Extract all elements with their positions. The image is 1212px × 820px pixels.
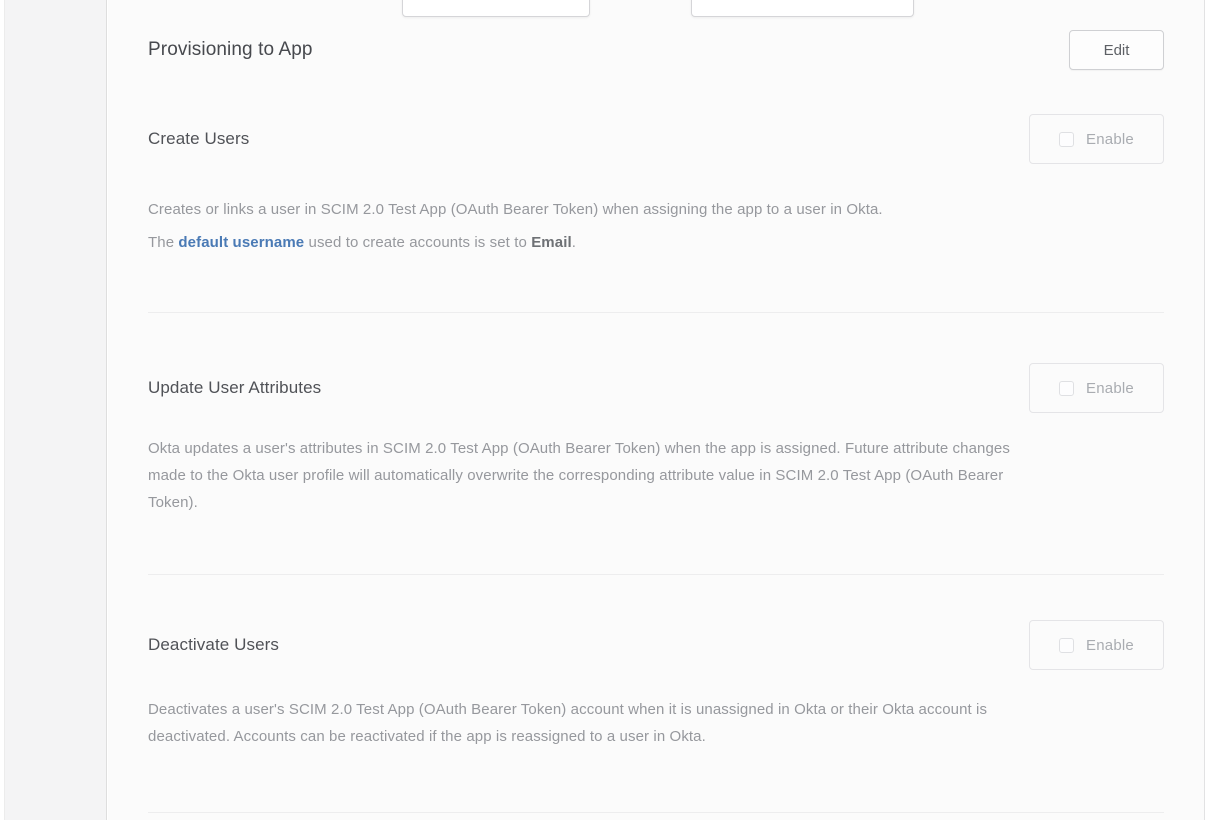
deactivate-users-enable-checkbox[interactable] — [1059, 638, 1074, 653]
create-users-description: Creates or links a user in SCIM 2.0 Test… — [148, 196, 1164, 223]
create-users-username-note: The default username used to create acco… — [148, 229, 1164, 256]
create-users-enable-label: Enable — [1086, 131, 1134, 148]
section-divider — [148, 574, 1164, 575]
deactivate-users-enable-label: Enable — [1086, 637, 1134, 654]
create-users-enable-button[interactable]: Enable — [1029, 114, 1164, 164]
update-user-attributes-title: Update User Attributes — [148, 378, 321, 398]
update-user-attributes-enable-button[interactable]: Enable — [1029, 363, 1164, 413]
update-user-attributes-description: Okta updates a user's attributes in SCIM… — [148, 435, 1164, 516]
note-middle: used to create accounts is set to — [304, 234, 531, 251]
default-username-link[interactable]: default username — [178, 234, 304, 251]
page-title: Provisioning to App — [148, 39, 313, 61]
create-users-enable-checkbox[interactable] — [1059, 132, 1074, 147]
deactivate-users-enable-button[interactable]: Enable — [1029, 620, 1164, 670]
deactivate-users-title: Deactivate Users — [148, 635, 279, 655]
note-suffix: . — [572, 234, 576, 251]
deactivate-users-description: Deactivates a user's SCIM 2.0 Test App (… — [148, 696, 1164, 750]
update-user-attributes-enable-checkbox[interactable] — [1059, 381, 1074, 396]
update-user-attributes-enable-label: Enable — [1086, 380, 1134, 397]
left-sidebar-rail — [4, 0, 107, 820]
note-prefix: The — [148, 234, 178, 251]
create-users-section-header: Create Users Enable — [148, 114, 1164, 164]
username-value: Email — [531, 234, 572, 251]
provisioning-header: Provisioning to App Edit — [148, 0, 1164, 70]
section-divider — [148, 312, 1164, 313]
section-divider — [148, 812, 1164, 813]
edit-button[interactable]: Edit — [1069, 30, 1164, 70]
update-user-attributes-section-header: Update User Attributes Enable — [148, 363, 1164, 413]
provisioning-settings-panel: Provisioning to App Edit Create Users En… — [108, 0, 1205, 820]
deactivate-users-section-header: Deactivate Users Enable — [148, 620, 1164, 670]
create-users-title: Create Users — [148, 129, 249, 149]
cutoff-input-field-left[interactable] — [402, 0, 590, 17]
cutoff-input-field-right[interactable] — [691, 0, 914, 17]
